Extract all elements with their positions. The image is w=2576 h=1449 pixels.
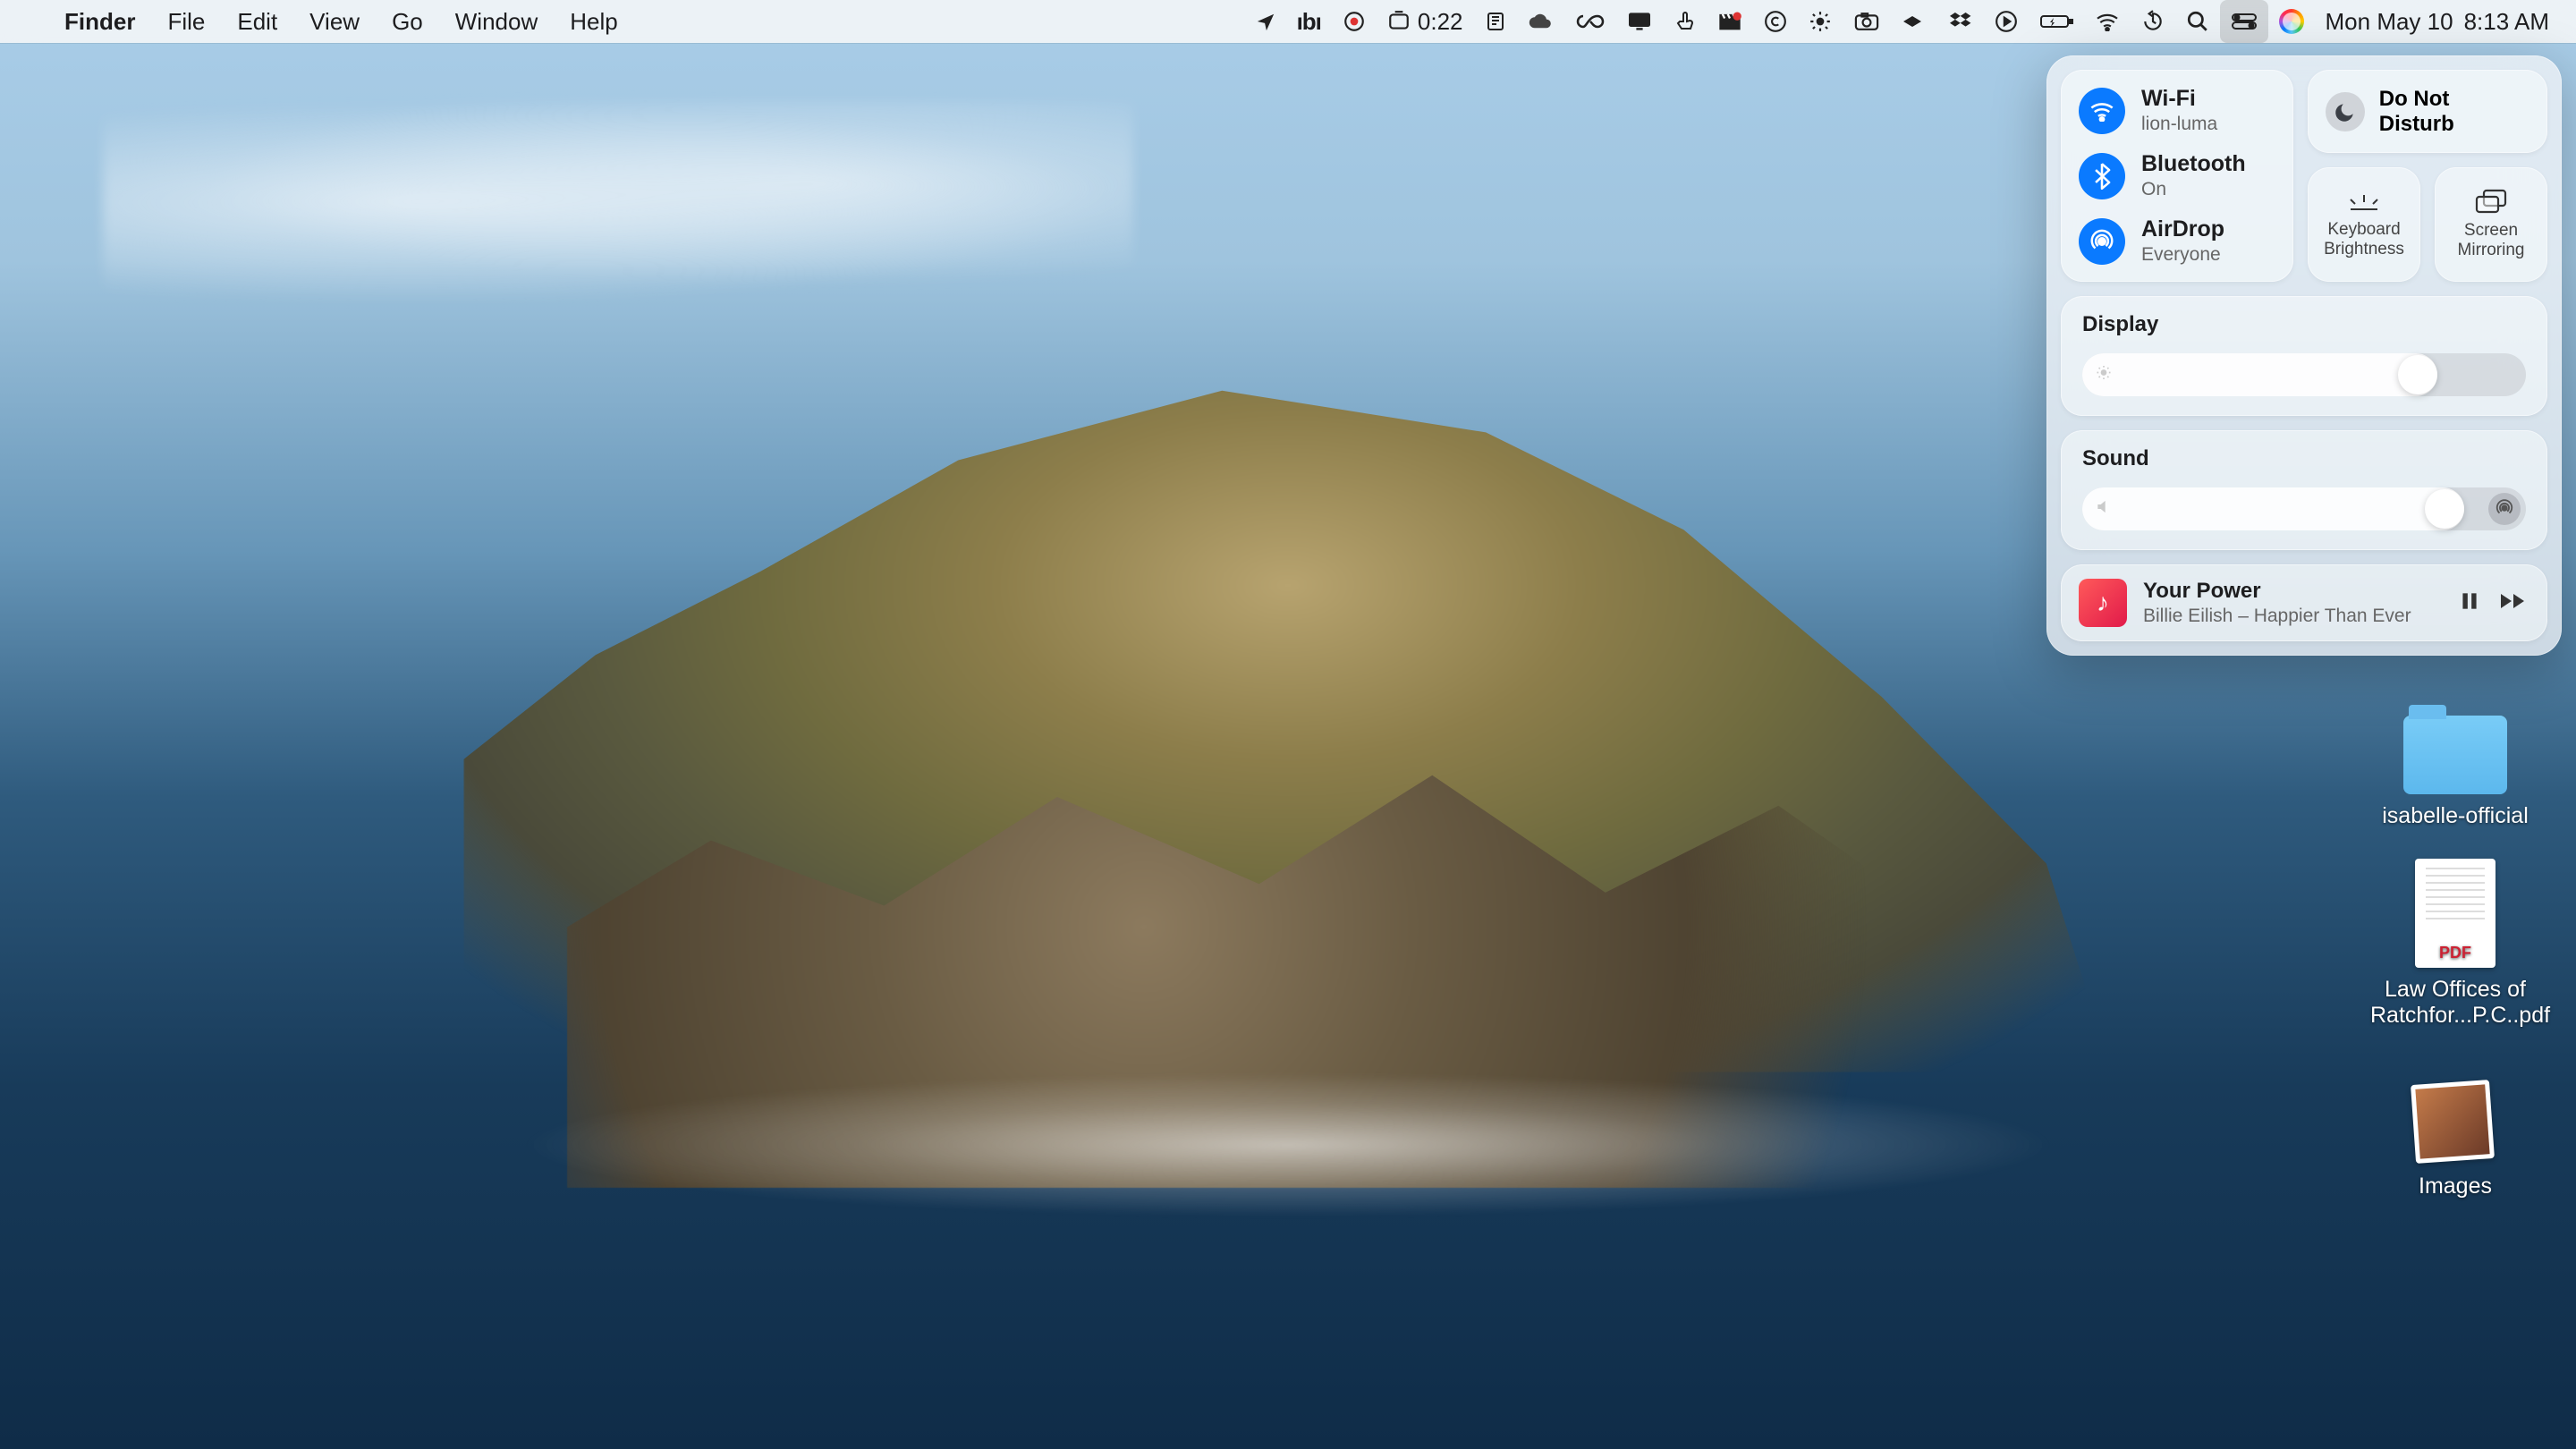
screen-mirroring-icon [2475,189,2507,214]
menubar-date[interactable]: Mon May 10 [2315,0,2464,43]
speaker-small-icon [2095,498,2113,521]
desktop-folder-isabelle[interactable]: isabelle-official [2370,716,2540,829]
wallpaper-foam [515,1072,2061,1217]
dnd-title: Do Not Disturb [2379,87,2529,136]
control-center: Wi-Filion-luma BluetoothOn AirDropEveryo… [2046,55,2562,656]
bluetooth-title: Bluetooth [2141,151,2246,177]
keyboard-brightness-icon [2347,190,2381,213]
menulet-battery-icon[interactable] [2029,0,2084,43]
menulet-timemachine-icon[interactable] [2131,0,2175,43]
menubar-time[interactable]: 8:13 AM [2464,0,2560,43]
keyboard-brightness-label: Keyboard Brightness [2315,220,2413,259]
menulet-layers-icon[interactable] [1891,0,1939,43]
keyboard-brightness-button[interactable]: Keyboard Brightness [2308,167,2420,282]
menu-edit[interactable]: Edit [221,0,293,43]
pdf-icon: PDF [2415,859,2496,968]
app-menu[interactable]: Finder [48,0,151,43]
airplay-audio-icon[interactable] [2488,493,2521,525]
screen-mirroring-button[interactable]: Screen Mirroring [2435,167,2547,282]
menulet-reader-icon[interactable] [1474,0,1517,43]
menu-file[interactable]: File [151,0,221,43]
menulet-cloud-icon[interactable] [1517,0,1565,43]
menulet-control-center-icon[interactable] [2220,0,2268,43]
airdrop-title: AirDrop [2141,216,2224,242]
connectivity-tile: Wi-Filion-luma BluetoothOn AirDropEveryo… [2061,70,2293,282]
sun-small-icon [2095,364,2113,386]
display-title: Display [2082,312,2526,337]
timer-value: 0:22 [1418,8,1463,36]
bluetooth-toggle[interactable]: BluetoothOn [2079,151,2275,200]
display-slider[interactable] [2082,353,2526,396]
wifi-sub: lion-luma [2141,114,2217,135]
desktop-pdf-law[interactable]: PDF Law Offices of Ratchfor...P.C..pdf [2370,859,2540,1029]
menulet-timer[interactable]: 0:22 [1377,0,1474,43]
menu-go[interactable]: Go [376,0,439,43]
wifi-toggle[interactable]: Wi-Filion-luma [2079,86,2275,135]
menulet-infinity-icon[interactable] [1565,0,1615,43]
menu-view[interactable]: View [293,0,376,43]
sound-slider[interactable] [2082,487,2526,530]
menulet-camera-icon[interactable] [1843,0,1891,43]
folder-label: isabelle-official [2370,803,2540,829]
menulet-wifi-icon[interactable] [2084,0,2131,43]
images-label: Images [2370,1174,2540,1199]
menulet-spotlight-icon[interactable] [2175,0,2220,43]
menu-left: Finder File Edit View Go Window Help [16,0,634,43]
menulet-clapper-icon[interactable] [1707,0,1753,43]
menu-window[interactable]: Window [439,0,554,43]
moon-icon [2326,92,2365,131]
bluetooth-icon [2079,153,2125,199]
wifi-icon [2079,88,2125,134]
pause-button[interactable] [2458,589,2481,617]
album-art-icon: ♪ [2079,579,2127,627]
airdrop-toggle[interactable]: AirDropEveryone [2079,216,2275,266]
menu-help[interactable]: Help [554,0,633,43]
menu-right: ıbı 0:22 Mon May 10 8:13 AM [1245,0,2560,43]
image-stack-icon [2408,1070,2503,1165]
now-playing-tile[interactable]: ♪ Your Power Billie Eilish – Happier Tha… [2061,564,2547,641]
airdrop-sub: Everyone [2141,244,2224,266]
menulet-record-icon[interactable] [1332,0,1377,43]
sound-title: Sound [2082,446,2526,471]
wifi-title: Wi-Fi [2141,86,2217,112]
sound-tile: Sound [2061,430,2547,550]
menulet-copyright-icon[interactable] [1753,0,1798,43]
track-title: Your Power [2143,579,2442,604]
menulet-location-icon[interactable] [1245,0,1286,43]
next-button[interactable] [2499,590,2529,616]
display-tile: Display [2061,296,2547,416]
airdrop-icon [2079,218,2125,265]
menulet-brightness-icon[interactable] [1798,0,1843,43]
desktop-images[interactable]: Images [2370,1070,2540,1199]
dnd-toggle[interactable]: Do Not Disturb [2308,70,2547,153]
pdf-label: Law Offices of Ratchfor...P.C..pdf [2370,977,2540,1029]
display-slider-knob[interactable] [2398,355,2437,394]
folder-icon [2403,716,2507,794]
menulet-ibi[interactable]: ıbı [1286,0,1332,43]
menulet-siri-icon[interactable] [2268,0,2315,43]
wallpaper-cloud [103,101,1133,304]
bluetooth-sub: On [2141,179,2246,200]
screen-mirroring-label: Screen Mirroring [2442,221,2540,260]
sound-slider-knob[interactable] [2425,489,2464,529]
menulet-play-icon[interactable] [1984,0,2029,43]
track-sub: Billie Eilish – Happier Than Ever [2143,606,2442,627]
menulet-display-icon[interactable] [1615,0,1664,43]
menu-bar: Finder File Edit View Go Window Help ıbı… [0,0,2576,43]
menulet-touch-icon[interactable] [1664,0,1707,43]
menulet-dropbox-icon[interactable] [1939,0,1984,43]
